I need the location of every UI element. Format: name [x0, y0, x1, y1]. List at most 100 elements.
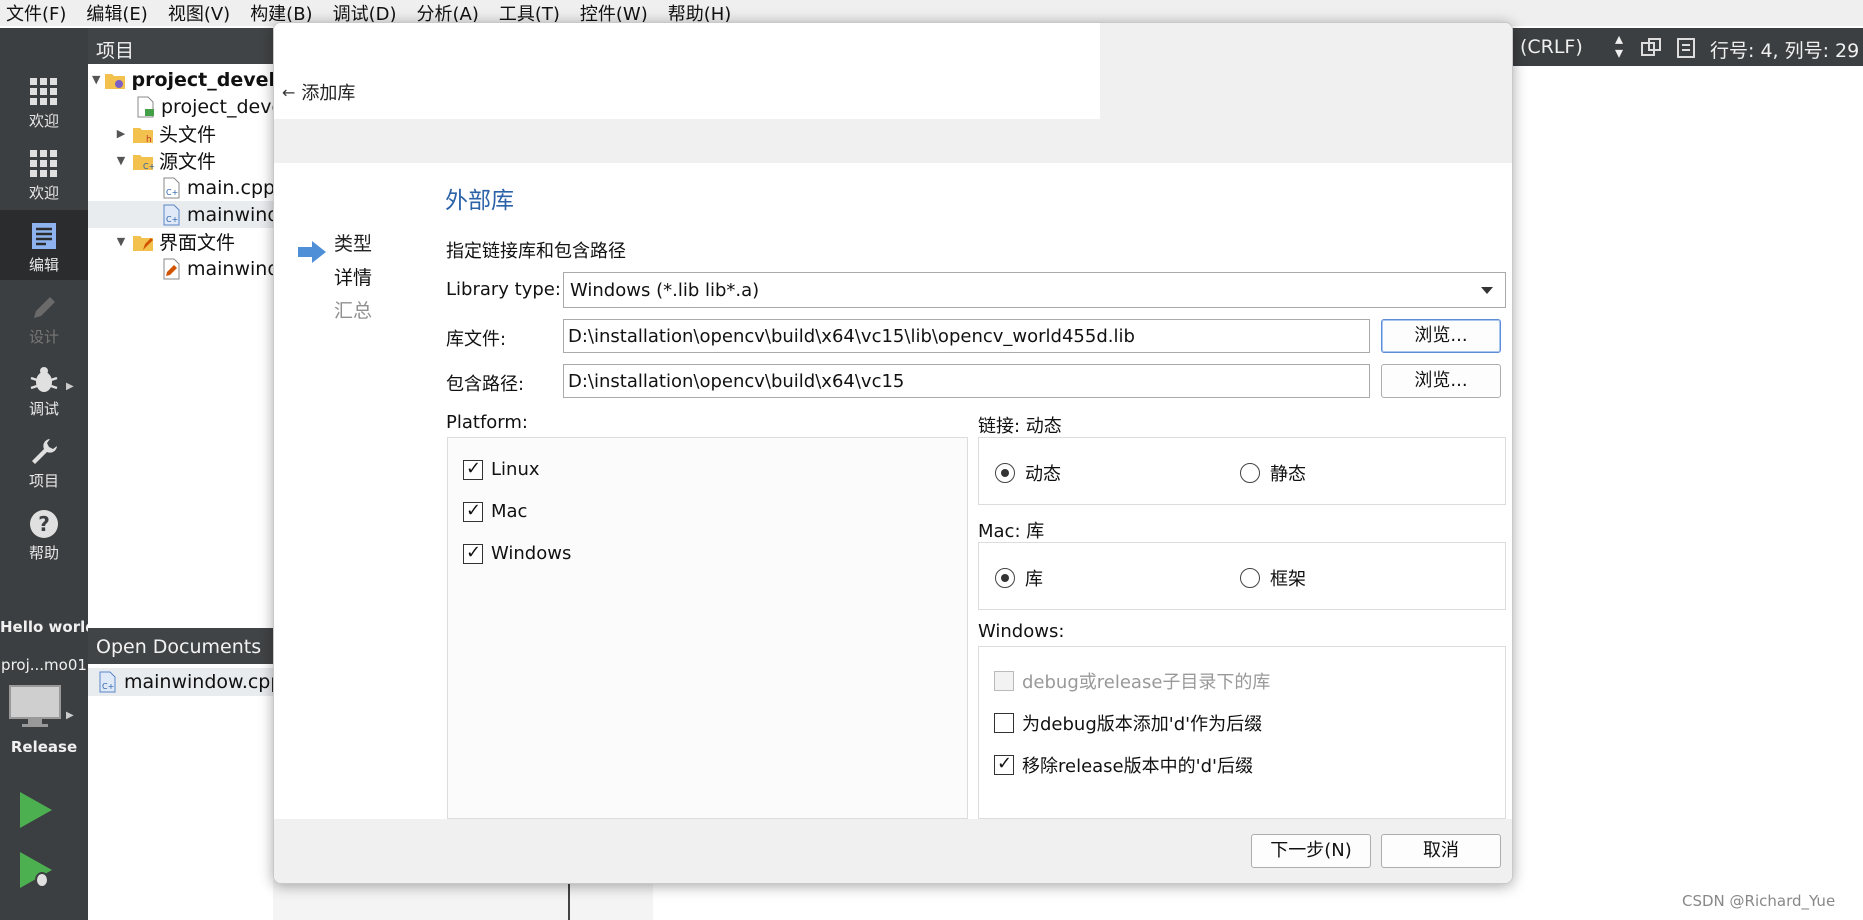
- library-file-browse-button[interactable]: 浏览...: [1381, 319, 1501, 353]
- next-button[interactable]: 下一步(N): [1251, 834, 1371, 868]
- wrench-icon: [32, 439, 57, 464]
- cpp-file-icon: C+: [163, 177, 180, 198]
- watermark: CSDN @Richard_Yue: [1682, 892, 1836, 910]
- project-folder-icon: [105, 73, 126, 89]
- grid-icon: [30, 150, 57, 177]
- mode-help[interactable]: ? 帮助: [0, 498, 88, 568]
- header-folder-icon: h: [133, 127, 153, 145]
- expand-arrow-icon[interactable]: ▶: [114, 127, 128, 140]
- mode-welcome-2[interactable]: 欢迎: [0, 138, 88, 208]
- mode-edit[interactable]: 编辑: [0, 210, 88, 280]
- menu-view[interactable]: 视图(V): [158, 0, 240, 26]
- edit-document-icon: [32, 223, 56, 249]
- open-documents-list: C+ mainwindow.cpp: [88, 664, 273, 920]
- step-details: 详情: [334, 267, 373, 289]
- svg-text:?: ?: [38, 512, 50, 536]
- line-ending-selector[interactable]: s (CRLF): [1504, 36, 1583, 58]
- linkage-dynamic-radio[interactable]: 动态: [995, 460, 1061, 486]
- monitor-icon[interactable]: [8, 684, 62, 728]
- platform-mac-checkbox[interactable]: Mac: [463, 500, 527, 522]
- mac-group-label: Mac: 库: [978, 521, 1045, 542]
- linkage-static-radio[interactable]: 静态: [1240, 460, 1306, 486]
- page-subtitle: 指定链接库和包含路径: [446, 241, 626, 262]
- platform-windows-checkbox[interactable]: Windows: [463, 542, 571, 564]
- kit-name-label: proj...mo01: [1, 656, 87, 674]
- windows-debug-suffix-checkbox[interactable]: 为debug版本添加'd'作为后缀: [994, 710, 1262, 736]
- open-document-item[interactable]: C+ mainwindow.cpp: [88, 668, 273, 696]
- run-icon[interactable]: [18, 790, 54, 830]
- platform-group: [447, 437, 968, 819]
- mode-design[interactable]: 设计: [0, 282, 88, 352]
- expand-arrow-icon: ▶: [66, 381, 74, 392]
- windows-group-label: Windows:: [978, 621, 1065, 642]
- platform-group-label: Platform:: [446, 412, 528, 433]
- svg-text:C+: C+: [102, 682, 114, 691]
- ui-file-icon: [163, 258, 180, 279]
- platform-linux-checkbox[interactable]: Linux: [463, 458, 540, 480]
- linkage-group-label: 链接: 动态: [978, 416, 1062, 437]
- tree-item-project[interactable]: ▼ project_develop_demo01: [88, 66, 273, 93]
- pro-file-icon: [137, 96, 154, 117]
- mode-sidebar: 欢迎 欢迎 编辑 设计 调试 ▶ 项目 ? 帮助 Hello worl proj…: [0, 28, 88, 920]
- svg-text:h: h: [146, 135, 152, 145]
- menu-edit[interactable]: 编辑(E): [76, 0, 157, 26]
- spinner-updown-icon[interactable]: ▴ ▾: [1615, 31, 1623, 61]
- dialog-footer: 下一步(N) 取消: [274, 819, 1512, 883]
- mode-debug[interactable]: 调试 ▶: [0, 354, 88, 424]
- windows-remove-suffix-checkbox[interactable]: 移除release版本中的'd'后缀: [994, 752, 1253, 778]
- build-config-label: Release: [10, 738, 78, 756]
- library-file-input[interactable]: D:\installation\opencv\build\x64\vc15\li…: [563, 319, 1370, 353]
- tree-item-mainwindow-ui[interactable]: mainwindow.ui: [88, 255, 273, 282]
- pencil-icon: [34, 297, 55, 318]
- svg-text:C+: C+: [166, 188, 178, 197]
- source-folder-icon: C+: [133, 154, 154, 171]
- back-arrow-icon: ←: [282, 82, 296, 102]
- editor-splitter[interactable]: [568, 880, 570, 920]
- include-path-browse-button[interactable]: 浏览...: [1381, 364, 1501, 398]
- form-folder-icon: [133, 235, 153, 251]
- collapse-arrow-icon[interactable]: ▼: [92, 73, 100, 86]
- tree-item-sources[interactable]: ▼ C+ 源文件: [88, 147, 273, 174]
- collapse-arrow-icon[interactable]: ▼: [114, 154, 128, 167]
- dialog-back-button[interactable]: ← 添加库: [282, 79, 355, 105]
- current-step-arrow-icon: [298, 241, 326, 263]
- collapse-arrow-icon[interactable]: ▼: [114, 235, 128, 248]
- add-library-dialog: ← 添加库 类型 详情 汇总 外部库 指定链接库和包含路径 Library ty…: [273, 22, 1513, 884]
- open-documents-header: Open Documents: [88, 628, 273, 664]
- tree-item-mainwindow-cpp[interactable]: C+ mainwindow.cpp: [88, 201, 273, 228]
- split-view-icon[interactable]: [1640, 37, 1662, 59]
- library-type-combo[interactable]: Windows (*.lib lib*.a): [563, 272, 1506, 308]
- step-type: 类型: [334, 233, 373, 255]
- tree-item-forms[interactable]: ▼ 界面文件: [88, 228, 273, 255]
- mode-projects[interactable]: 项目: [0, 426, 88, 496]
- project-panel-header: 项目: [88, 28, 273, 64]
- document-outline-icon[interactable]: [1675, 37, 1697, 59]
- editor-scroll-area: [273, 880, 653, 920]
- help-icon: ?: [30, 510, 58, 538]
- dropdown-caret-icon: [1481, 287, 1493, 294]
- cancel-button[interactable]: 取消: [1381, 834, 1501, 868]
- step-summary: 汇总: [334, 300, 373, 322]
- svg-text:C+: C+: [166, 215, 178, 224]
- svg-text:C+: C+: [143, 162, 154, 171]
- dialog-title: 添加库: [301, 83, 356, 104]
- tree-item-pro-file[interactable]: project_develop_demo01.pro: [88, 93, 273, 120]
- mac-framework-radio[interactable]: 框架: [1240, 565, 1306, 591]
- page-heading: 外部库: [445, 188, 514, 214]
- project-name-label: Hello world!: [0, 618, 88, 636]
- mode-welcome[interactable]: 欢迎: [0, 66, 88, 136]
- include-path-label: 包含路径:: [446, 374, 525, 395]
- debug-run-icon[interactable]: [18, 850, 54, 890]
- cursor-position: 行号: 4, 列号: 29: [1710, 40, 1860, 62]
- dialog-header: ← 添加库: [274, 23, 1512, 163]
- mac-library-radio[interactable]: 库: [995, 565, 1043, 591]
- menu-file[interactable]: 文件(F): [0, 0, 76, 26]
- library-type-label: Library type:: [446, 279, 561, 300]
- library-file-label: 库文件:: [446, 329, 507, 350]
- tree-item-headers[interactable]: ▶ h 头文件: [88, 120, 273, 147]
- tree-item-main-cpp[interactable]: C+ main.cpp: [88, 174, 273, 201]
- library-type-value: Windows (*.lib lib*.a): [570, 280, 760, 301]
- windows-subdir-checkbox[interactable]: debug或release子目录下的库: [994, 668, 1270, 694]
- cpp-file-icon: C+: [163, 204, 180, 225]
- include-path-input[interactable]: D:\installation\opencv\build\x64\vc15: [563, 364, 1370, 398]
